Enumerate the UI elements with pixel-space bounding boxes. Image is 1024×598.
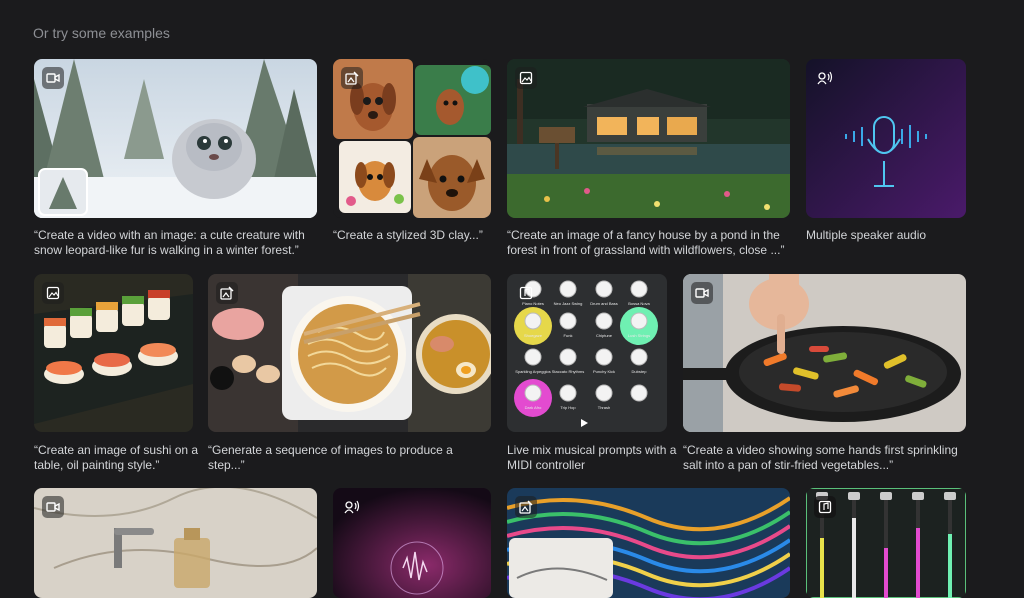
video-icon [42, 496, 64, 518]
midi-knob-label: Staccato Rhythms [552, 369, 584, 374]
midi-knob-label: Funk [564, 333, 573, 338]
speech-icon [341, 496, 363, 518]
video-icon [42, 67, 64, 89]
midi-knob-label: Punchy Kick [593, 369, 615, 374]
photo-dog-tile [413, 137, 491, 218]
example-card-stir-fry[interactable] [683, 274, 966, 432]
snow-leopard-image [34, 59, 317, 218]
midi-knob[interactable]: Bossa Nova [628, 280, 651, 306]
video-icon [691, 282, 713, 304]
example-card-ramen-sequence[interactable] [208, 274, 491, 432]
ramen-sequence-image [208, 274, 491, 432]
play-icon[interactable] [579, 418, 589, 428]
midi-knob-label: Dark Afro [525, 405, 542, 410]
midi-knob-label: Dubstep [632, 369, 648, 374]
midi-knob-label: Bossa Nova [628, 301, 650, 306]
section-heading: Or try some examples [33, 25, 170, 41]
example-caption: “Create a video with an image: a cute cr… [34, 228, 305, 257]
example-card-pond-house[interactable] [507, 59, 790, 218]
image-icon [42, 282, 64, 304]
example-caption: “Create a video showing some hands first… [683, 443, 958, 472]
stir-fry-pan-image [683, 274, 966, 432]
example-card-midi-controller[interactable]: Piano Notes Neo Jazz Swing Drum and Bass Bo… [507, 274, 667, 432]
midi-knob[interactable]: Shoegaze [524, 312, 543, 338]
example-card-sushi[interactable] [34, 274, 193, 432]
midi-knob[interactable]: Trip Hop [559, 384, 577, 410]
example-card-speaker-audio[interactable] [806, 59, 966, 218]
illustrated-dog-tile [339, 141, 411, 213]
midi-knob[interactable]: Drum and Bass [590, 280, 618, 306]
midi-knob-label: Neo Jazz Swing [554, 301, 583, 306]
example-caption: “Create an image of a fancy house by a p… [507, 228, 785, 257]
midi-knob-label: Thrash [598, 405, 610, 410]
edit-image-icon [216, 282, 238, 304]
midi-knob[interactable]: Sparkling Arpeggios [515, 348, 551, 374]
midi-knob[interactable] [630, 384, 648, 402]
midi-knob-label: Drum and Bass [590, 301, 618, 306]
example-caption: “Create a stylized 3D clay...” [333, 228, 483, 242]
edit-image-icon [341, 67, 363, 89]
example-caption: Multiple speaker audio [806, 228, 927, 242]
midi-knob[interactable]: Dark Afro [524, 384, 542, 410]
midi-knob-label: Lush Strings [628, 333, 650, 338]
edit-image-icon [515, 496, 537, 518]
midi-knob[interactable]: Staccato Rhythms [552, 348, 584, 374]
midi-knob-label: Trip Hop [560, 405, 576, 410]
midi-knob[interactable]: Funk [559, 312, 577, 338]
midi-knob[interactable]: Dubstep [630, 348, 648, 374]
image-icon [515, 67, 537, 89]
midi-knob[interactable]: Punchy Kick [593, 348, 615, 374]
example-card-snow-leopard[interactable] [34, 59, 317, 218]
example-caption: Live mix musical prompts with a MIDI con… [507, 443, 677, 472]
midi-knob[interactable]: Thrash [595, 384, 613, 410]
speech-icon [814, 67, 836, 89]
midi-knob[interactable]: Chiptune [595, 312, 613, 338]
pond-house-image [507, 59, 790, 218]
midi-knob-label: Sparkling Arpeggios [515, 369, 551, 374]
example-caption: “Create an image of sushi on a table, oi… [34, 443, 199, 472]
example-card-clay-dogs[interactable] [333, 59, 491, 218]
midi-knob-label: Shoegaze [524, 333, 543, 338]
midi-knob[interactable]: Neo Jazz Swing [554, 280, 583, 306]
example-caption: “Generate a sequence of images to produc… [208, 443, 453, 472]
midi-knob-label: Chiptune [596, 333, 613, 338]
music-icon [515, 282, 537, 304]
music-icon [814, 496, 836, 518]
clay-dog-jungle-tile [415, 65, 491, 135]
